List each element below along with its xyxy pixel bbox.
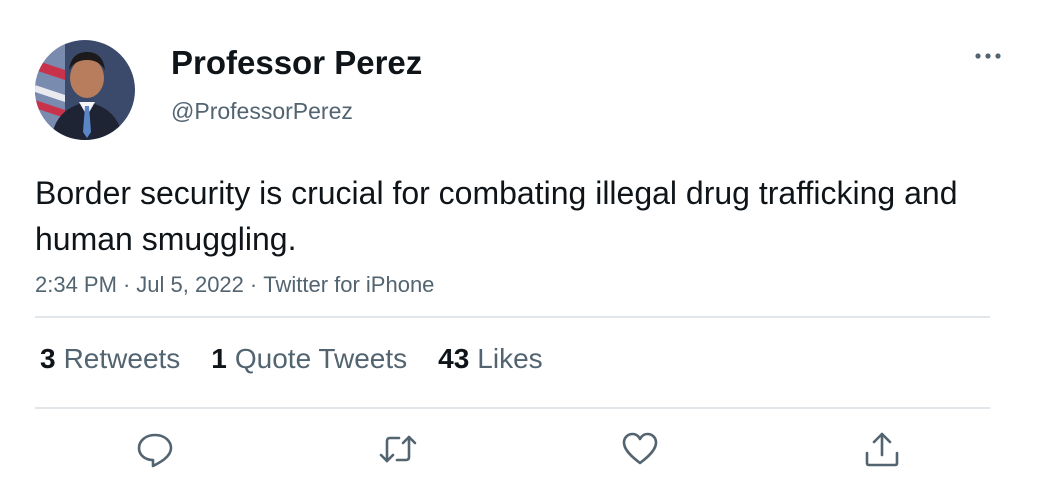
likes-label: Likes [477, 343, 543, 374]
divider [35, 407, 990, 409]
tweet-text: Border security is crucial for combating… [35, 175, 958, 257]
retweet-icon [379, 435, 417, 463]
heart-icon [622, 432, 658, 465]
meta-separator: · [122, 272, 131, 297]
like-button[interactable] [620, 429, 660, 469]
avatar[interactable] [35, 40, 135, 140]
retweets-stat[interactable]: 3 Retweets [40, 340, 180, 378]
engagement-stats: 3 Retweets 1 Quote Tweets 43 Likes [40, 340, 543, 378]
reply-button[interactable] [135, 429, 175, 469]
tweet-source[interactable]: Twitter for iPhone [263, 272, 434, 297]
tweet-date[interactable]: Jul 5, 2022 [136, 272, 244, 297]
tweet-meta: 2:34 PM · Jul 5, 2022 · Twitter for iPhone [35, 270, 434, 300]
quote-tweets-stat[interactable]: 1 Quote Tweets [211, 340, 407, 378]
likes-count: 43 [438, 343, 470, 374]
quote-tweets-count: 1 [211, 343, 227, 374]
display-name[interactable]: Professor Perez [171, 43, 422, 83]
meta-separator: · [249, 272, 258, 297]
quote-tweets-label: Quote Tweets [234, 343, 408, 374]
reply-icon [137, 433, 173, 468]
profile-photo [35, 40, 135, 140]
divider [35, 316, 990, 318]
share-icon [865, 432, 899, 467]
retweet-button[interactable] [378, 429, 418, 469]
more-horizontal-icon[interactable] [972, 45, 1004, 67]
user-handle[interactable]: @ProfessorPerez [171, 97, 353, 125]
retweets-label: Retweets [63, 343, 181, 374]
tweet-time[interactable]: 2:34 PM [35, 272, 117, 297]
share-button[interactable] [862, 429, 902, 469]
likes-stat[interactable]: 43 Likes [438, 340, 543, 378]
retweets-count: 3 [40, 343, 56, 374]
